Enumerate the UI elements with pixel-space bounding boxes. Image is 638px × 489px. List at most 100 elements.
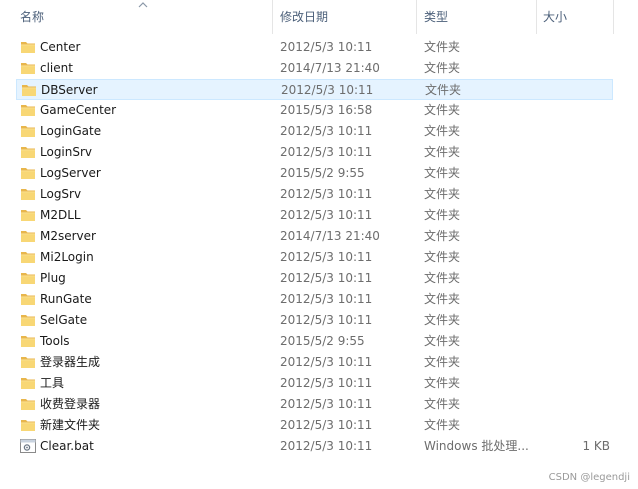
folder-icon: [21, 273, 35, 284]
folder-row[interactable]: SelGate 2012/5/3 10:11 文件夹: [16, 310, 613, 331]
column-header-date-label: 修改日期: [280, 10, 329, 24]
folder-row[interactable]: Center 2012/5/3 10:11 文件夹: [16, 37, 613, 58]
folder-row[interactable]: RunGate 2012/5/3 10:11 文件夹: [16, 289, 613, 310]
row-name: LogSrv: [40, 187, 82, 201]
row-type: 文件夹: [425, 83, 462, 97]
row-type: 文件夹: [424, 61, 461, 75]
row-type: 文件夹: [424, 271, 461, 285]
folder-icon: [21, 357, 35, 368]
row-type: 文件夹: [424, 418, 461, 432]
row-type: 文件夹: [424, 376, 461, 390]
row-modified-date: 2012/5/3 10:11: [280, 208, 373, 222]
row-name: LoginSrv: [40, 145, 93, 159]
row-modified-date: 2015/5/2 9:55: [280, 334, 365, 348]
row-type: 文件夹: [424, 397, 461, 411]
row-type: 文件夹: [424, 334, 461, 348]
folder-icon: [21, 126, 35, 137]
folder-row[interactable]: LoginSrv 2012/5/3 10:11 文件夹: [16, 142, 613, 163]
column-divider[interactable]: [416, 0, 417, 34]
folder-row[interactable]: 新建文件夹 2012/5/3 10:11 文件夹: [16, 415, 613, 436]
row-modified-date: 2012/5/3 10:11: [280, 292, 373, 306]
row-type: 文件夹: [424, 40, 461, 54]
row-type: 文件夹: [424, 103, 461, 117]
folder-row[interactable]: 工具 2012/5/3 10:11 文件夹: [16, 373, 613, 394]
row-name: 工具: [40, 376, 65, 390]
watermark: CSDN @legendji: [548, 472, 630, 483]
row-type: 文件夹: [424, 208, 461, 222]
folder-row[interactable]: M2DLL 2012/5/3 10:11 文件夹: [16, 205, 613, 226]
row-type: 文件夹: [424, 250, 461, 264]
folder-icon: [21, 210, 35, 221]
row-name: Clear.bat: [40, 439, 94, 453]
row-name: RunGate: [40, 292, 92, 306]
folder-icon: [21, 231, 35, 242]
folder-icon: [21, 315, 35, 326]
column-header-name-label: 名称: [20, 10, 45, 24]
folder-icon: [21, 378, 35, 389]
folder-row[interactable]: Mi2Login 2012/5/3 10:11 文件夹: [16, 247, 613, 268]
folder-row[interactable]: client 2014/7/13 21:40 文件夹: [16, 58, 613, 79]
row-name: client: [40, 61, 73, 75]
row-size: 1 KB: [582, 439, 610, 453]
row-name: Mi2Login: [40, 250, 94, 264]
folder-row[interactable]: LogSrv 2012/5/3 10:11 文件夹: [16, 184, 613, 205]
row-name: DBServer: [41, 83, 98, 97]
row-name: 登录器生成: [40, 355, 101, 369]
row-type: 文件夹: [424, 355, 461, 369]
file-row[interactable]: Clear.bat 2012/5/3 10:11 Windows 批处理... 1 K…: [16, 436, 613, 457]
row-modified-date: 2012/5/3 10:11: [280, 124, 373, 138]
sort-ascending-icon[interactable]: [137, 1, 149, 9]
folder-icon: [21, 42, 35, 53]
folder-row[interactable]: 登录器生成 2012/5/3 10:11 文件夹: [16, 352, 613, 373]
folder-row[interactable]: DBServer 2012/5/3 10:11 文件夹: [16, 79, 613, 100]
row-modified-date: 2012/5/3 10:11: [280, 418, 373, 432]
folder-row[interactable]: Tools 2015/5/2 9:55 文件夹: [16, 331, 613, 352]
folder-row[interactable]: GameCenter 2015/5/3 16:58 文件夹: [16, 100, 613, 121]
row-modified-date: 2012/5/3 10:11: [280, 355, 373, 369]
row-modified-date: 2012/5/3 10:11: [280, 271, 373, 285]
row-type: 文件夹: [424, 166, 461, 180]
row-name: Center: [40, 40, 81, 54]
row-name: Tools: [40, 334, 70, 348]
folder-icon: [21, 294, 35, 305]
row-modified-date: 2012/5/3 10:11: [280, 376, 373, 390]
folder-icon: [21, 189, 35, 200]
batch-file-icon: [20, 439, 36, 453]
column-divider[interactable]: [272, 0, 273, 34]
column-header-type[interactable]: 类型: [418, 0, 536, 34]
row-modified-date: 2015/5/3 16:58: [280, 103, 373, 117]
column-divider[interactable]: [613, 0, 614, 34]
folder-row[interactable]: M2server 2014/7/13 21:40 文件夹: [16, 226, 613, 247]
row-name: SelGate: [40, 313, 88, 327]
row-name: M2server: [40, 229, 96, 243]
column-header-size[interactable]: 大小: [537, 0, 613, 34]
row-type: 文件夹: [424, 292, 461, 306]
row-modified-date: 2012/5/3 10:11: [280, 250, 373, 264]
folder-icon: [21, 399, 35, 410]
row-modified-date: 2012/5/3 10:11: [280, 313, 373, 327]
column-header-date[interactable]: 修改日期: [274, 0, 416, 34]
row-type: 文件夹: [424, 145, 461, 159]
row-modified-date: 2014/7/13 21:40: [280, 61, 380, 75]
row-name: LoginGate: [40, 124, 102, 138]
row-type: 文件夹: [424, 187, 461, 201]
folder-row[interactable]: Plug 2012/5/3 10:11 文件夹: [16, 268, 613, 289]
folder-row[interactable]: 收费登录器 2012/5/3 10:11 文件夹: [16, 394, 613, 415]
row-modified-date: 2012/5/3 10:11: [280, 187, 373, 201]
folder-icon: [21, 63, 35, 74]
folder-icon: [21, 420, 35, 431]
folder-icon: [22, 85, 36, 96]
folder-icon: [21, 105, 35, 116]
folder-icon: [21, 147, 35, 158]
folder-icon: [21, 336, 35, 347]
row-name: M2DLL: [40, 208, 81, 222]
row-name: Plug: [40, 271, 66, 285]
folder-icon: [21, 252, 35, 263]
row-type: 文件夹: [424, 313, 461, 327]
row-name: LogServer: [40, 166, 101, 180]
row-type: 文件夹: [424, 124, 461, 138]
folder-row[interactable]: LoginGate 2012/5/3 10:11 文件夹: [16, 121, 613, 142]
row-modified-date: 2014/7/13 21:40: [280, 229, 380, 243]
folder-row[interactable]: LogServer 2015/5/2 9:55 文件夹: [16, 163, 613, 184]
row-modified-date: 2012/5/3 10:11: [280, 397, 373, 411]
